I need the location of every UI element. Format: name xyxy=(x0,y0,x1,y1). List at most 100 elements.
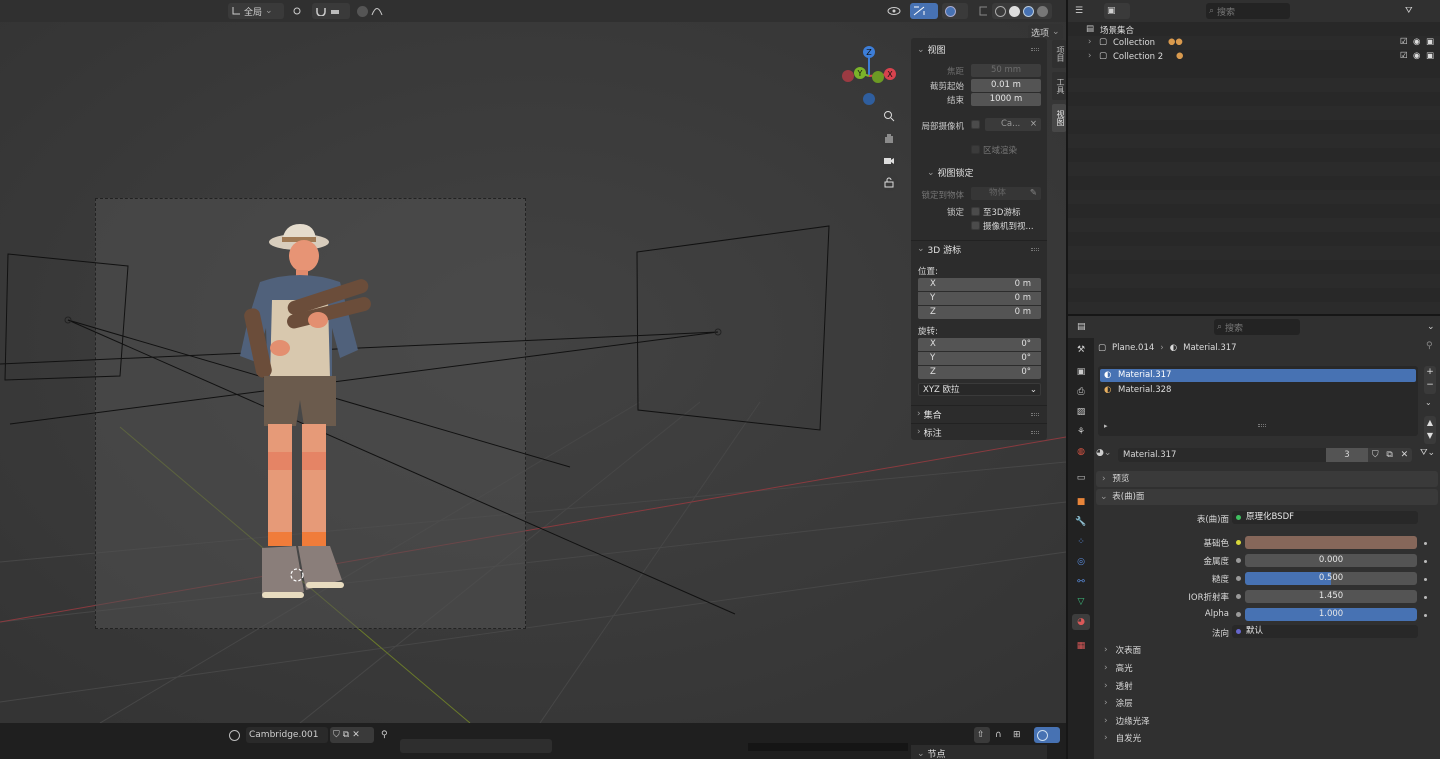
cursor-rotation-x[interactable]: X 0° xyxy=(918,338,1041,351)
tab-output[interactable]: ⎙ xyxy=(1072,384,1090,400)
visibility-button[interactable] xyxy=(884,3,908,19)
shield-icon[interactable]: ⛉ xyxy=(333,730,340,740)
world-name-field[interactable]: Cambridge.001 xyxy=(246,727,328,743)
clip-start-field[interactable]: 0.01 m xyxy=(971,79,1041,92)
roughness-slider[interactable]: 0.500 xyxy=(1245,572,1417,585)
material-name-field[interactable]: Material.317 xyxy=(1118,448,1326,462)
transmission-section[interactable]: › 透射 xyxy=(1104,680,1133,692)
alpha-slider[interactable]: 1.000 xyxy=(1245,608,1417,621)
resize-grip-icon[interactable] xyxy=(1258,424,1266,427)
snap-node-button[interactable]: ∩ xyxy=(992,727,1008,743)
tab-item[interactable]: 项目 xyxy=(1052,40,1066,68)
base-color-swatch[interactable] xyxy=(1245,536,1417,549)
tab-material[interactable]: ◕ xyxy=(1072,614,1090,630)
camera-to-view-checkbox[interactable] xyxy=(971,221,980,230)
tab-view-layer[interactable]: ▨ xyxy=(1072,404,1090,420)
pivot-point-button[interactable] xyxy=(288,3,310,19)
cursor-location-z[interactable]: Z 0 m xyxy=(918,306,1041,319)
pan-button[interactable] xyxy=(880,129,898,147)
gizmo-neg-y-axis[interactable] xyxy=(872,71,884,83)
drag-grip-icon[interactable] xyxy=(1031,248,1039,251)
material-shading-icon[interactable] xyxy=(1023,5,1034,17)
keyframe-dot-icon[interactable] xyxy=(1424,542,1427,545)
lock-to-cursor-checkbox[interactable] xyxy=(971,207,980,216)
move-up-icon[interactable]: ▲ xyxy=(1424,416,1436,429)
slot-menu-icon[interactable]: ⌄ xyxy=(1425,398,1435,410)
tab-tool[interactable]: ⚒ xyxy=(1072,342,1090,358)
gizmo-neg-x-axis[interactable] xyxy=(842,70,854,82)
lock-to-object-field[interactable]: 物体 ✎ xyxy=(971,187,1041,200)
transform-orientation-dropdown[interactable]: 全局 ⌄ xyxy=(228,3,284,19)
close-icon[interactable]: ✕ xyxy=(352,730,360,740)
chevron-right-icon[interactable]: › xyxy=(1088,51,1091,61)
tab-data[interactable]: ▽ xyxy=(1072,594,1090,610)
camera-view-button[interactable] xyxy=(880,151,898,169)
clip-end-field[interactable]: 1000 m xyxy=(971,93,1041,106)
collection-row[interactable]: › ▢ Collection ●● ☑ ◉ ▣ xyxy=(1068,36,1440,50)
material-browse-button[interactable]: ◕⌄ xyxy=(1096,448,1118,462)
shading-mode-group[interactable] xyxy=(992,3,1052,19)
move-down-icon[interactable]: ▼ xyxy=(1424,429,1436,442)
keyframe-dot-icon[interactable] xyxy=(1424,560,1427,563)
tab-view[interactable]: 视图 xyxy=(1052,104,1066,132)
eye-icon[interactable]: ◉ xyxy=(1413,51,1420,61)
surface-section-header[interactable]: ⌄ 表(曲)面 xyxy=(1096,489,1438,505)
tab-object[interactable]: ■ xyxy=(1072,494,1090,510)
user-count-field[interactable]: 3 xyxy=(1326,448,1368,462)
camera-icon[interactable]: ▣ xyxy=(1426,51,1434,61)
keyframe-dot-icon[interactable] xyxy=(1424,596,1427,599)
eye-icon[interactable]: ◉ xyxy=(1413,37,1420,47)
drag-grip-icon[interactable] xyxy=(1031,48,1039,51)
search-input[interactable]: ⌕ 搜索 xyxy=(1206,3,1290,19)
search-input[interactable]: ⌕ 搜索 xyxy=(1214,319,1300,335)
lock-view-button[interactable] xyxy=(880,173,898,191)
include-checkbox-icon[interactable]: ☑ xyxy=(1400,37,1408,47)
keyframe-dot-icon[interactable] xyxy=(1424,578,1427,581)
remove-icon[interactable]: − xyxy=(1424,379,1436,392)
wireframe-shading-icon[interactable] xyxy=(995,5,1006,17)
tab-texture[interactable]: ▦ xyxy=(1072,638,1090,654)
shield-icon[interactable]: ⛉ xyxy=(1372,448,1379,462)
world-actions[interactable]: ⛉ ⧉ ✕ xyxy=(330,727,374,743)
material-slot-row[interactable]: ◐ Material.317 xyxy=(1100,369,1416,382)
expand-triangle-icon[interactable]: ▸ xyxy=(1104,422,1108,430)
3d-viewport[interactable]: 全局 ⌄ 选项 ⌄ Z X Y ⌄ 视图 焦距 50 mm 截剪起始 0.01 … xyxy=(0,0,1066,759)
include-checkbox-icon[interactable]: ☑ xyxy=(1400,51,1408,61)
3d-cursor-section-header[interactable]: ⌄ 3D 游标 xyxy=(911,240,1047,257)
ior-field[interactable]: 1.450 xyxy=(1245,590,1417,603)
pin-button[interactable]: ⚲ xyxy=(378,727,394,743)
cursor-rotation-z[interactable]: Z 0° xyxy=(918,366,1041,379)
view-lock-section-header[interactable]: ⌄ 视图锁定 xyxy=(921,164,1057,181)
snap-mode-button[interactable]: ⊞ xyxy=(1010,727,1032,743)
tab-render[interactable]: ▣ xyxy=(1072,364,1090,380)
drag-grip-icon[interactable] xyxy=(1031,431,1039,434)
coat-section[interactable]: › 涂层 xyxy=(1104,697,1133,709)
preview-section-header[interactable]: › 预览 xyxy=(1096,471,1438,487)
tab-modifiers[interactable]: 🔧 xyxy=(1072,514,1090,530)
local-camera-field[interactable]: Ca... × xyxy=(985,118,1041,131)
chevron-right-icon[interactable]: › xyxy=(1088,37,1091,47)
collection-section-header[interactable]: › 集合 xyxy=(911,405,1047,422)
editor-type-button[interactable]: ▤ xyxy=(1074,319,1098,335)
filter-icon[interactable]: ⛛⌄ xyxy=(1420,448,1435,458)
gizmo-neg-z-axis[interactable] xyxy=(863,93,875,105)
slot-move-buttons[interactable]: ▲ ▼ xyxy=(1424,416,1436,444)
proportional-edit-button[interactable] xyxy=(354,3,388,19)
duplicate-icon[interactable]: ⧉ xyxy=(1386,448,1392,462)
tab-particles[interactable]: ⁘ xyxy=(1072,534,1090,550)
parent-node-button[interactable]: ⇧ xyxy=(974,727,990,743)
scene-collection-row[interactable]: ▤ 场景集合 xyxy=(1068,22,1440,36)
cursor-rotation-y[interactable]: Y 0° xyxy=(918,352,1041,365)
collection-2-row[interactable]: › ▢ Collection 2 ● ☑ ◉ ▣ xyxy=(1068,50,1440,64)
tab-constraints[interactable]: ⚯ xyxy=(1072,574,1090,590)
close-icon[interactable]: ✕ xyxy=(1401,448,1409,462)
drag-grip-icon[interactable] xyxy=(1031,413,1039,416)
area-divider[interactable] xyxy=(1066,0,1068,759)
gizmo-toggle-button[interactable] xyxy=(910,3,938,19)
navigation-gizmo[interactable]: Z X Y xyxy=(838,44,898,106)
overlay-node-button[interactable] xyxy=(1034,727,1060,743)
slot-add-remove[interactable]: + − xyxy=(1424,366,1436,394)
tab-world[interactable]: ◍ xyxy=(1072,444,1090,460)
rotation-mode-dropdown[interactable]: XYZ 欧拉 ⌄ xyxy=(918,383,1041,396)
editor-type-button[interactable]: ☰ xyxy=(1072,3,1092,19)
